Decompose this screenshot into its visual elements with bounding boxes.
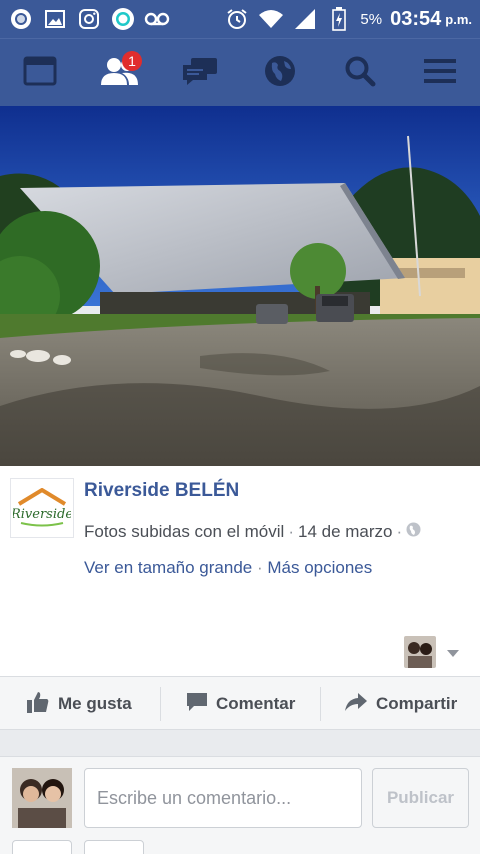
instagram-icon <box>76 6 102 32</box>
page-name[interactable]: Riverside BELÉN <box>84 480 239 502</box>
link-separator: · <box>256 558 268 577</box>
facebook-nav-bar: 1 <box>0 38 480 106</box>
circle-notification-icon <box>8 6 34 32</box>
tab-friend-requests[interactable]: 1 <box>80 39 160 107</box>
image-icon <box>42 6 68 32</box>
action-divider <box>160 687 161 721</box>
reactor-avatar[interactable] <box>404 636 436 668</box>
comment-bubble-icon <box>186 691 208 718</box>
post-date[interactable]: 14 de marzo <box>298 522 393 542</box>
clock-time: 03:54 <box>390 7 442 30</box>
view-full-size-link[interactable]: Ver en tamaño grande <box>84 558 252 577</box>
share-button[interactable]: Compartir <box>344 677 457 731</box>
signal-icon <box>292 6 318 32</box>
post-links: Ver en tamaño grande · Más opciones <box>84 558 372 578</box>
meta-separator: · <box>288 522 294 541</box>
notifications-globe-icon <box>264 55 296 92</box>
wifi-icon <box>258 6 284 32</box>
status-bar: 5% 03:54 p.m. <box>0 0 480 38</box>
page-avatar-logo[interactable]: Riverside <box>10 478 74 538</box>
status-right: 5% 03:54 p.m. <box>224 6 472 32</box>
album-source[interactable]: Fotos subidas con el móvil <box>84 522 284 542</box>
comment-label: Comentar <box>216 694 296 713</box>
privacy-globe-icon <box>406 522 421 542</box>
current-user-avatar <box>12 768 72 828</box>
post-action-bar: Me gusta Comentar Compartir <box>0 676 480 730</box>
attach-sticker-button[interactable] <box>84 840 144 854</box>
share-arrow-icon <box>344 691 368 718</box>
tab-messages[interactable] <box>160 39 240 107</box>
like-button[interactable]: Me gusta <box>26 677 132 731</box>
search-icon <box>344 55 376 92</box>
chevron-down-icon[interactable] <box>446 646 460 657</box>
riverside-logo: Riverside <box>13 488 71 527</box>
messenger-icon <box>110 6 136 32</box>
post-photo[interactable] <box>0 106 480 466</box>
messages-icon <box>181 56 219 91</box>
alarm-icon <box>224 6 250 32</box>
attach-photo-button[interactable] <box>12 840 72 854</box>
tab-menu[interactable] <box>400 39 480 107</box>
news-feed-icon <box>23 56 57 91</box>
battery-icon <box>326 6 352 32</box>
app: 5% 03:54 p.m. 1 Riverside Riverside BELÉ… <box>0 0 480 854</box>
comment-button[interactable]: Comentar <box>186 677 295 731</box>
share-label: Compartir <box>376 694 458 713</box>
publish-button[interactable]: Publicar <box>372 768 469 828</box>
post-meta: Fotos subidas con el móvil · 14 de marzo… <box>84 522 421 542</box>
battery-percent: 5% <box>360 10 383 28</box>
tab-notifications[interactable] <box>240 39 320 107</box>
logo-text: Riverside <box>13 507 71 522</box>
comment-input[interactable] <box>84 768 362 828</box>
photo-scene-image <box>0 106 480 466</box>
action-divider <box>320 687 321 721</box>
tab-search[interactable] <box>320 39 400 107</box>
clock-ampm: p.m. <box>445 11 472 27</box>
meta-separator: · <box>396 522 403 541</box>
voicemail-icon <box>144 6 170 32</box>
tab-news-feed[interactable] <box>0 39 80 107</box>
status-left <box>8 6 170 32</box>
like-label: Me gusta <box>58 694 132 713</box>
friend-requests-badge: 1 <box>122 51 142 71</box>
menu-icon <box>424 57 456 90</box>
more-options-link[interactable]: Más opciones <box>267 558 372 577</box>
thumbs-up-icon <box>26 690 50 719</box>
